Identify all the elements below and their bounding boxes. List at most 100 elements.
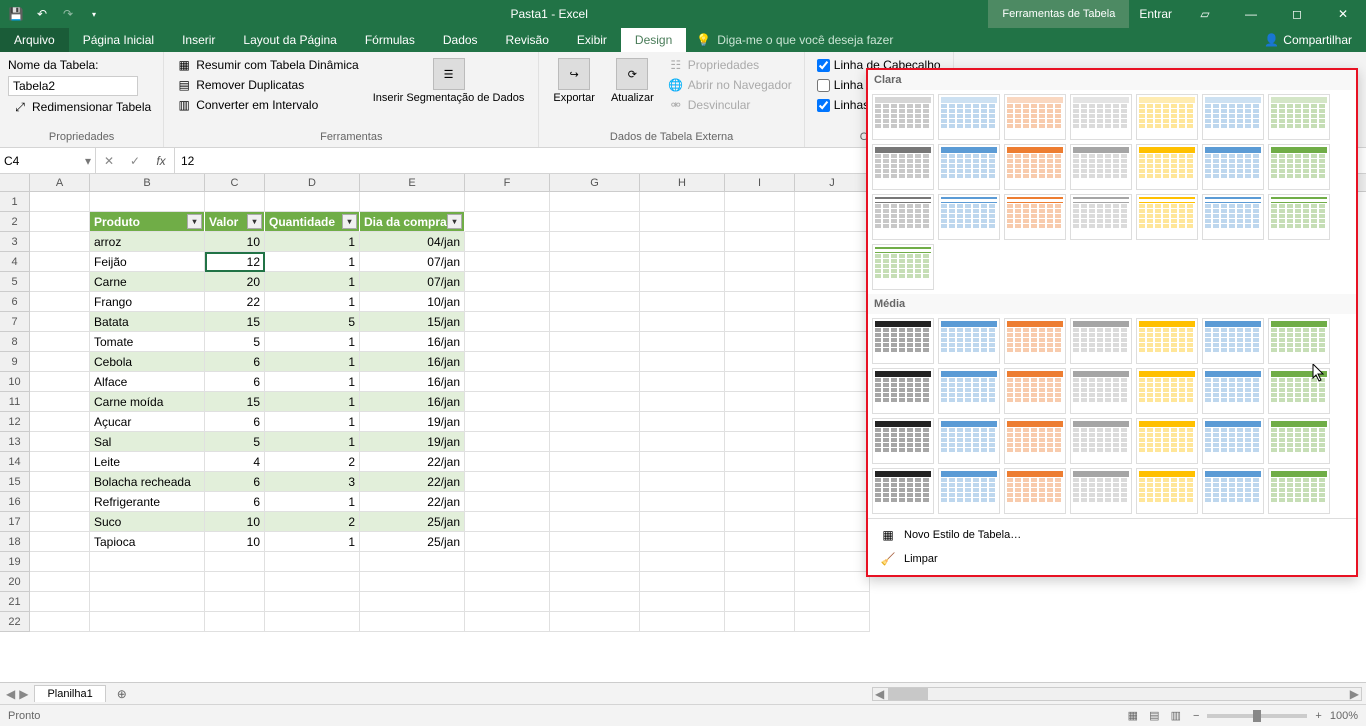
cancel-icon[interactable]: ✕ <box>96 148 122 173</box>
table-style-swatch[interactable] <box>1004 368 1066 414</box>
cell[interactable] <box>360 192 465 212</box>
cell[interactable] <box>725 292 795 312</box>
table-style-swatch[interactable] <box>1136 318 1198 364</box>
row-header[interactable]: 10 <box>0 372 30 392</box>
row-header[interactable]: 1 <box>0 192 30 212</box>
cell[interactable] <box>550 452 640 472</box>
cell[interactable] <box>30 592 90 612</box>
cell[interactable] <box>640 452 725 472</box>
cell[interactable]: 6 <box>205 472 265 492</box>
cell[interactable]: 1 <box>265 332 360 352</box>
sheet-nav[interactable]: ◀ ▶ <box>0 687 34 701</box>
tab-layout[interactable]: Layout da Página <box>229 28 350 52</box>
cell[interactable] <box>465 572 550 592</box>
row-header[interactable]: 8 <box>0 332 30 352</box>
cell[interactable]: 15 <box>205 392 265 412</box>
cell[interactable] <box>640 352 725 372</box>
cell[interactable] <box>465 292 550 312</box>
cell[interactable] <box>795 332 870 352</box>
cell[interactable]: Refrigerante <box>90 492 205 512</box>
cell[interactable] <box>795 612 870 632</box>
cell[interactable] <box>30 252 90 272</box>
insert-slicer-button[interactable]: ☰ Inserir Segmentação de Dados <box>367 56 531 129</box>
cell[interactable] <box>30 412 90 432</box>
cell[interactable]: Batata <box>90 312 205 332</box>
cell[interactable] <box>725 432 795 452</box>
table-style-swatch[interactable] <box>872 194 934 240</box>
cell[interactable]: 16/jan <box>360 352 465 372</box>
cell[interactable] <box>795 392 870 412</box>
cell[interactable]: Tapioca <box>90 532 205 552</box>
cell[interactable] <box>30 232 90 252</box>
convert-range-button[interactable]: ▥Converter em Intervalo <box>172 96 363 114</box>
cell[interactable] <box>725 272 795 292</box>
table-style-swatch[interactable] <box>1268 194 1330 240</box>
col-header-H[interactable]: H <box>640 174 725 191</box>
cell[interactable] <box>640 252 725 272</box>
minimize-icon[interactable]: — <box>1228 0 1274 28</box>
cell[interactable]: 07/jan <box>360 252 465 272</box>
cell[interactable] <box>205 192 265 212</box>
cell[interactable] <box>795 192 870 212</box>
cell[interactable]: 1 <box>265 252 360 272</box>
row-header[interactable]: 11 <box>0 392 30 412</box>
cell[interactable] <box>465 492 550 512</box>
table-style-swatch[interactable] <box>1070 418 1132 464</box>
cell[interactable] <box>465 312 550 332</box>
enter-icon[interactable]: ✓ <box>122 148 148 173</box>
cell[interactable] <box>795 492 870 512</box>
cell[interactable]: 1 <box>265 492 360 512</box>
cell[interactable] <box>640 392 725 412</box>
cell[interactable] <box>360 572 465 592</box>
cell[interactable] <box>30 292 90 312</box>
cell[interactable] <box>725 612 795 632</box>
table-style-swatch[interactable] <box>872 368 934 414</box>
cell[interactable]: 10/jan <box>360 292 465 312</box>
cell[interactable] <box>795 592 870 612</box>
cell[interactable] <box>640 552 725 572</box>
cell[interactable] <box>465 332 550 352</box>
row-header[interactable]: 20 <box>0 572 30 592</box>
cell[interactable] <box>725 372 795 392</box>
cell[interactable]: Feijão <box>90 252 205 272</box>
cell[interactable] <box>90 552 205 572</box>
cell[interactable] <box>30 492 90 512</box>
save-icon[interactable]: 💾 <box>4 2 28 26</box>
signin-button[interactable]: Entrar <box>1129 0 1182 28</box>
cell[interactable]: Açucar <box>90 412 205 432</box>
maximize-icon[interactable]: ◻ <box>1274 0 1320 28</box>
cell[interactable]: 07/jan <box>360 272 465 292</box>
tab-review[interactable]: Revisão <box>492 28 563 52</box>
table-style-swatch[interactable] <box>938 418 1000 464</box>
cell[interactable]: 15 <box>205 312 265 332</box>
col-header-C[interactable]: C <box>205 174 265 191</box>
close-icon[interactable]: ✕ <box>1320 0 1366 28</box>
cell[interactable] <box>30 472 90 492</box>
table-style-swatch[interactable] <box>872 244 934 290</box>
row-header[interactable]: 4 <box>0 252 30 272</box>
cell[interactable]: 4 <box>205 452 265 472</box>
zoom-out-icon[interactable]: − <box>1193 710 1199 722</box>
cell[interactable]: 19/jan <box>360 412 465 432</box>
table-style-swatch[interactable] <box>1070 194 1132 240</box>
tab-data[interactable]: Dados <box>429 28 492 52</box>
cell[interactable] <box>640 292 725 312</box>
cell[interactable] <box>795 232 870 252</box>
table-style-swatch[interactable] <box>1202 418 1264 464</box>
table-style-swatch[interactable] <box>1202 194 1264 240</box>
table-style-swatch[interactable] <box>1136 94 1198 140</box>
cell[interactable]: 5 <box>205 432 265 452</box>
cell[interactable]: Sal <box>90 432 205 452</box>
table-style-swatch[interactable] <box>1004 418 1066 464</box>
table-style-swatch[interactable] <box>938 94 1000 140</box>
cell[interactable]: Dia da compra▾ <box>360 212 465 232</box>
row-header[interactable]: 14 <box>0 452 30 472</box>
cell[interactable]: 22/jan <box>360 472 465 492</box>
table-style-swatch[interactable] <box>938 468 1000 514</box>
filter-icon[interactable]: ▾ <box>342 214 357 229</box>
cell[interactable]: 19/jan <box>360 432 465 452</box>
cell[interactable] <box>725 492 795 512</box>
zoom-in-icon[interactable]: + <box>1315 710 1321 722</box>
cell[interactable] <box>465 512 550 532</box>
cell[interactable] <box>550 232 640 252</box>
